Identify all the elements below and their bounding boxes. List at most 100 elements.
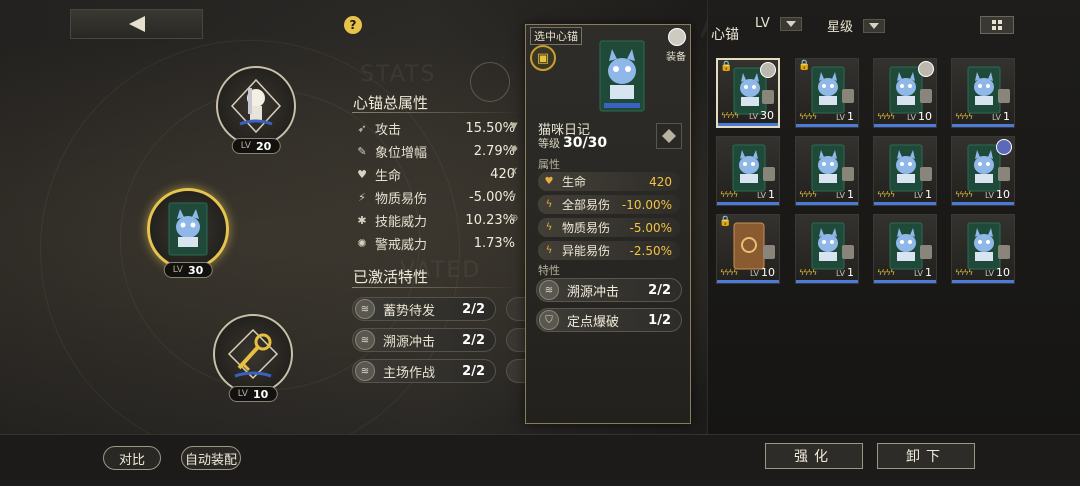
cat-card-art — [967, 222, 1001, 270]
rarity-bar — [874, 124, 936, 127]
equipped-avatar-icon — [996, 139, 1012, 155]
unequip-button[interactable]: 卸下 — [877, 443, 975, 469]
trait-subtitle: 特性 — [538, 264, 560, 277]
anchor-slot-3[interactable]: LV 10 — [213, 314, 293, 402]
rarity-bar — [952, 202, 1014, 205]
star-rating-icon: ϟϟϟϟ — [799, 190, 817, 199]
attr-row: ϟ 异能易伤 -2.50% — [538, 241, 680, 260]
rarity-bar — [717, 280, 779, 283]
back-arrow-icon — [128, 16, 145, 32]
slot-level-tag: LV 20 — [231, 138, 281, 154]
cat-diary-card-art — [599, 40, 645, 112]
lock-icon[interactable]: ▣ — [530, 45, 556, 71]
gear-stat-icon: ✹ — [510, 144, 519, 155]
chevron-down-icon — [779, 16, 802, 31]
stat-row-physical-vuln: ⚡ 物质易伤 -5.00% — [355, 187, 515, 207]
anchor-item-card[interactable]: ϟϟϟϟ LV 10 — [873, 58, 937, 128]
attr-row: ♥ 生命 420 — [538, 172, 680, 191]
item-bag-icon — [920, 167, 932, 181]
rarity-bar — [796, 202, 858, 205]
trait-wave-icon: ≋ — [539, 280, 559, 300]
anchor-item-card[interactable]: ϟϟϟϟ LV 1 — [795, 214, 859, 284]
vuln-bolt-icon: ϟ — [545, 199, 553, 210]
skill-icon: ✱ — [357, 213, 367, 227]
shield-stat-icon: ⊕ — [510, 213, 519, 224]
sort-level-dropdown[interactable]: LV — [755, 16, 802, 31]
grid-view-button[interactable] — [980, 16, 1014, 34]
vuln-bolt-icon: ϟ — [545, 222, 553, 233]
rarity-bar — [718, 123, 778, 126]
anchor-item-card[interactable]: ϟϟϟϟ 🔒 LV 30 — [716, 58, 780, 128]
trait-pill[interactable]: ≋ 蓄势待发 2/2 — [352, 297, 496, 321]
attr-subtitle: 属性 — [538, 158, 560, 171]
rarity-bar — [952, 280, 1014, 283]
item-level: LV 10 — [906, 110, 932, 123]
anchor-item-card[interactable]: ϟϟϟϟ 🔒 LV 1 — [795, 58, 859, 128]
star-rating-icon: ϟϟϟϟ — [955, 112, 973, 121]
item-level: LV 1 — [913, 188, 932, 201]
anchor-slot-2[interactable]: LV 30 — [147, 188, 229, 278]
auto-equip-button[interactable]: 自动装配 — [181, 446, 241, 470]
anchor-info-button[interactable] — [656, 123, 682, 149]
item-level: LV 10 — [984, 266, 1010, 279]
item-level: LV 1 — [835, 266, 854, 279]
rarity-bar — [796, 280, 858, 283]
star-rating-icon: ϟϟϟϟ — [720, 268, 738, 277]
stat-row-skill-power: ✱ 技能威力 10.23% — [355, 210, 515, 230]
trait-shield-icon: ⛉ — [539, 310, 559, 330]
anchor-item-card[interactable]: ϟϟϟϟ LV 1 — [873, 136, 937, 206]
heart-icon: ♥ — [357, 167, 367, 181]
trait-wave-icon: ≋ — [355, 299, 375, 319]
star-rating-icon: ϟϟϟϟ — [877, 112, 895, 121]
item-level: LV 1 — [835, 188, 854, 201]
crit-icon: ▼ — [510, 121, 518, 132]
anchor-item-card[interactable]: ϟϟϟϟ LV 10 — [951, 214, 1015, 284]
equipped-character-avatar — [668, 28, 686, 46]
star-rating-icon: ϟϟϟϟ — [799, 268, 817, 277]
detail-trait-row[interactable]: ≋ 溯源冲击 2/2 — [536, 278, 682, 302]
anchor-level: 等级 30/30 — [538, 135, 608, 151]
knight-figure-icon — [230, 78, 282, 134]
trait-pill[interactable]: ≋ 溯源冲击 2/2 — [352, 328, 496, 352]
lock-icon: 🔒 — [798, 60, 811, 71]
anchor-item-card[interactable]: ϟϟϟϟ 🔒 LV 10 — [716, 214, 780, 284]
selected-label: 选中心锚 — [530, 27, 582, 45]
enhance-button[interactable]: 强化 — [765, 443, 863, 469]
item-bag-icon — [762, 90, 774, 104]
stat-row-aspect-boost: ✎ 象位增幅 2.79% — [355, 141, 515, 161]
slot-level-tag: LV 30 — [163, 262, 213, 278]
item-level: LV 10 — [984, 188, 1010, 201]
diamond-icon — [662, 129, 676, 143]
anchor-item-card[interactable]: ϟϟϟϟ LV 1 — [795, 136, 859, 206]
stat-row-alert-power: ✺ 警戒威力 1.73% — [355, 233, 515, 253]
attack-icon: ➶ — [357, 121, 367, 135]
star-rating-icon: ϟϟϟϟ — [877, 268, 895, 277]
cat-card-art — [889, 144, 923, 192]
bolt-stat-icon: ϟ — [510, 190, 517, 201]
anchor-item-card[interactable]: ϟϟϟϟ LV 1 — [716, 136, 780, 206]
anchor-item-card[interactable]: ϟϟϟϟ LV 10 — [951, 136, 1015, 206]
item-level: LV 1 — [991, 110, 1010, 123]
sort-star-dropdown[interactable]: 星级 — [827, 16, 886, 35]
stat-row-attack: ➶ 攻击 15.50% — [355, 118, 515, 138]
rarity-bar — [717, 202, 779, 205]
help-icon[interactable]: ? — [344, 16, 362, 34]
selected-anchor-detail-panel: 选中心锚 ▣ 装备 猫咪日记 等级 30/30 属性 ♥ 生命 420 ϟ 全部易… — [525, 24, 691, 424]
trait-pill[interactable]: ≋ 主场作战 2/2 — [352, 359, 496, 383]
alert-icon: ✺ — [357, 236, 367, 250]
equipped-avatar-icon — [918, 61, 934, 77]
detail-trait-row[interactable]: ⛉ 定点爆破 1/2 — [536, 308, 682, 332]
compare-button[interactable]: 对比 — [103, 446, 161, 470]
chevron-down-icon — [863, 18, 886, 33]
item-level: LV 10 — [749, 266, 775, 279]
rarity-bar — [874, 280, 936, 283]
cat-card-art — [811, 144, 845, 192]
anchor-item-card[interactable]: ϟϟϟϟ LV 1 — [951, 58, 1015, 128]
trait-wave-icon: ≋ — [355, 361, 375, 381]
anchor-slot-1[interactable]: LV 20 — [216, 66, 296, 154]
rarity-bar — [952, 124, 1014, 127]
cat-card-art — [889, 222, 923, 270]
back-button[interactable] — [70, 9, 203, 39]
star-rating-icon: ϟϟϟϟ — [721, 111, 739, 120]
anchor-item-card[interactable]: ϟϟϟϟ LV 1 — [873, 214, 937, 284]
